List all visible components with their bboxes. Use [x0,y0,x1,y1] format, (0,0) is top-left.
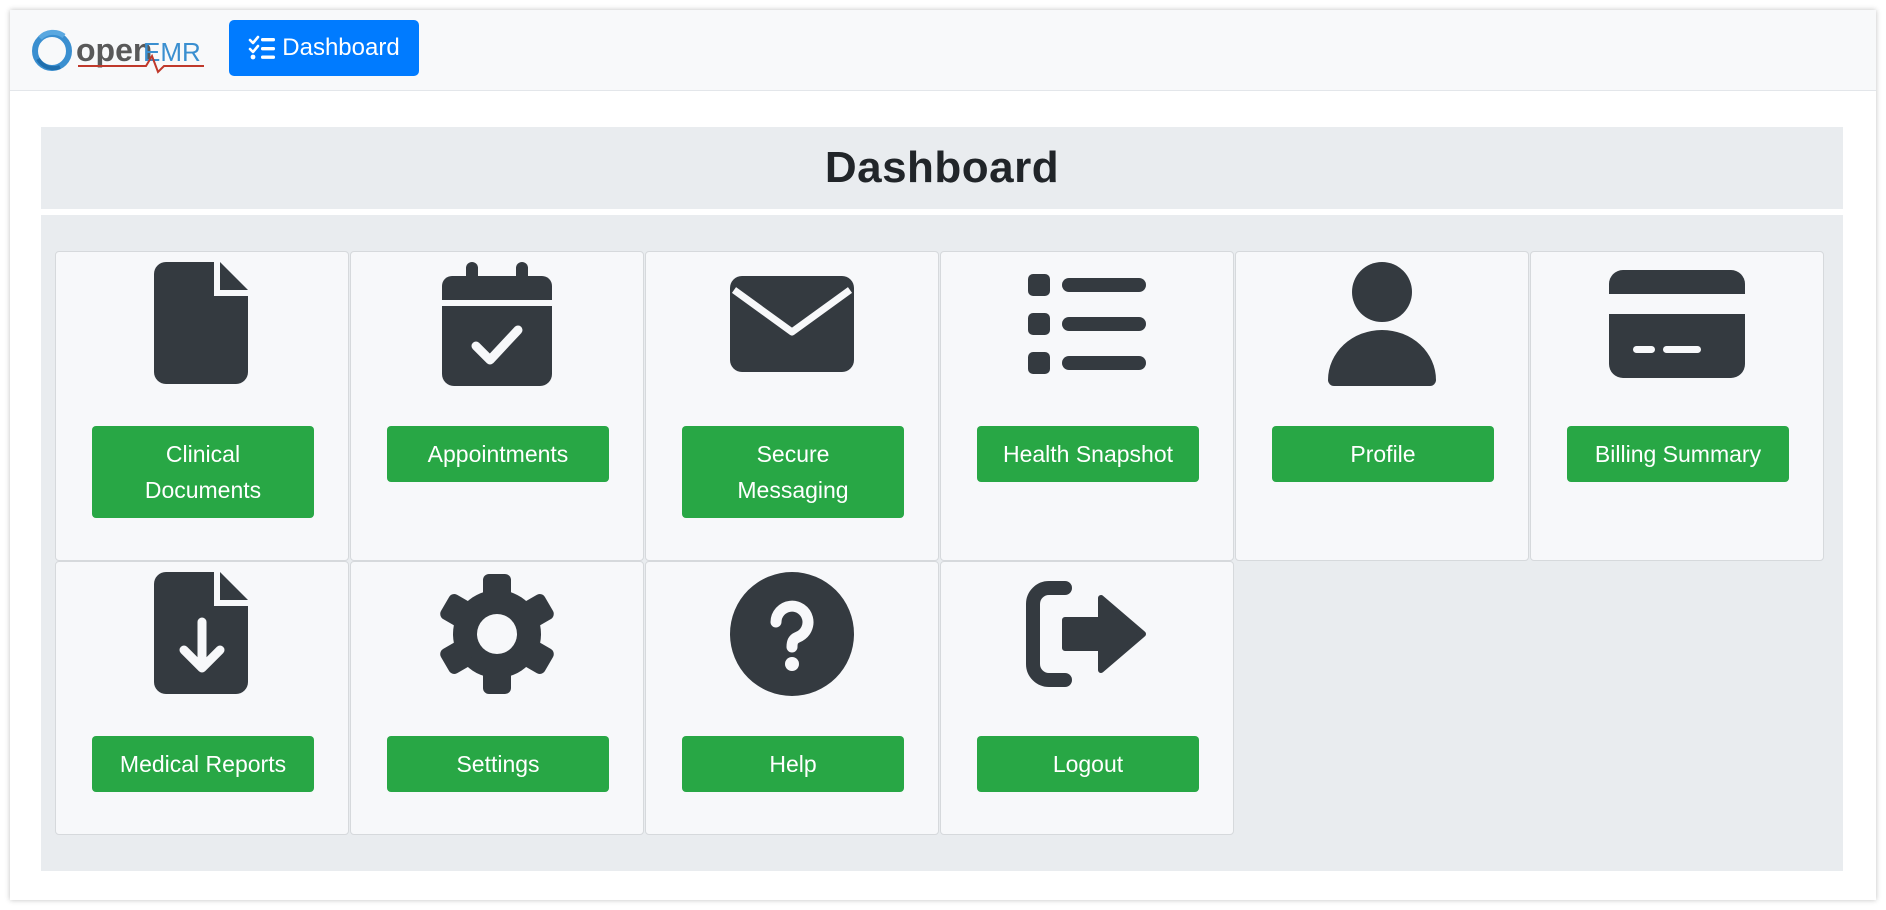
profile-button[interactable]: Profile [1272,426,1494,482]
user-icon [1328,262,1436,386]
settings-button[interactable]: Settings [387,736,609,792]
health-snapshot-button[interactable]: Health Snapshot [977,426,1199,482]
clinical-documents-button[interactable]: Clinical Documents [92,426,314,518]
top-navbar: open EMR Dashboard [10,10,1876,91]
calendar-check-icon [442,262,552,386]
credit-card-icon [1609,270,1745,378]
dashboard-grid: Clinical Documents Appointments Secure M… [41,215,1843,871]
page-header: Dashboard [41,127,1843,209]
svg-text:EMR: EMR [143,37,201,67]
appointments-button[interactable]: Appointments [387,426,609,482]
app-window: open EMR Dashboard Dashboard Clinical Do… [10,10,1876,900]
logout-button[interactable]: Logout [977,736,1199,792]
help-button[interactable]: Help [682,736,904,792]
billing-summary-button[interactable]: Billing Summary [1567,426,1789,482]
envelope-icon [730,276,854,372]
card-settings: Settings [350,561,644,835]
openemr-logo[interactable]: open EMR [28,26,210,74]
question-circle-icon [730,572,854,696]
sign-out-icon [1025,580,1149,688]
file-download-icon [152,572,252,696]
card-billing-summary: Billing Summary [1530,251,1824,561]
gear-icon [435,572,559,696]
file-icon [152,262,252,386]
card-secure-messaging: Secure Messaging [645,251,939,561]
card-logout: Logout [940,561,1234,835]
secure-messaging-button[interactable]: Secure Messaging [682,426,904,518]
list-icon [1028,274,1146,374]
card-profile: Profile [1235,251,1529,561]
card-health-snapshot: Health Snapshot [940,251,1234,561]
card-clinical-documents: Clinical Documents [55,251,349,561]
card-appointments: Appointments [350,251,644,561]
card-medical-reports: Medical Reports [55,561,349,835]
dashboard-nav-label: Dashboard [282,34,400,61]
dashboard-nav-button[interactable]: Dashboard [229,20,419,76]
list-check-icon [248,35,276,60]
page-title: Dashboard [824,143,1060,192]
medical-reports-button[interactable]: Medical Reports [92,736,314,792]
card-help: Help [645,561,939,835]
svg-text:open: open [76,32,152,68]
